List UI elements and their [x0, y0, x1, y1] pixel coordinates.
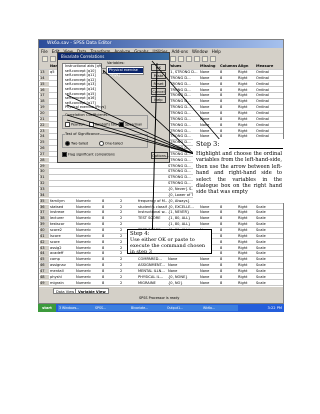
- step4-annotation: Step 4: Use either OK or paste to execut…: [127, 229, 212, 255]
- callout-line: [102, 69, 195, 155]
- step3-annotation: Step 3: Highlight and choose the ordinal…: [193, 139, 284, 203]
- callout-lines: [66, 60, 222, 245]
- step4-text: Use either OK or paste to execute the co…: [130, 237, 206, 255]
- callout-line: [66, 104, 195, 155]
- callout-line: [66, 114, 195, 155]
- step3-divider: [229, 148, 283, 149]
- callout-line: [151, 60, 222, 142]
- step3-text: Highlight and choose the ordinal variabl…: [196, 151, 282, 196]
- callout-line: [151, 70, 158, 245]
- callout-line: [66, 119, 195, 155]
- callout-line: [66, 94, 195, 155]
- step3-title: Step 3:: [196, 140, 220, 148]
